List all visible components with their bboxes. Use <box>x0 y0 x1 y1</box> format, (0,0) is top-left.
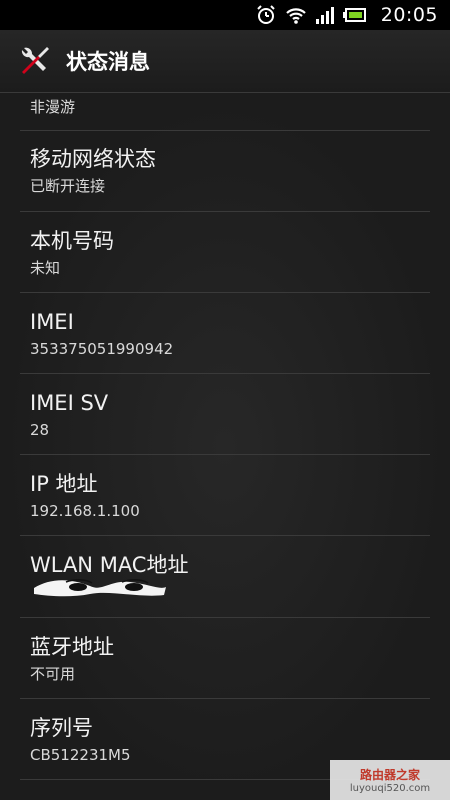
list-item-roaming[interactable]: 非漫游 <box>30 97 430 117</box>
divider <box>20 454 430 455</box>
list-item-label: IMEI SV <box>30 391 109 415</box>
list-item-label: 本机号码 <box>30 229 114 253</box>
battery-icon <box>342 7 367 23</box>
divider <box>20 211 430 212</box>
list-item-value: 28 <box>30 421 50 439</box>
list-item-serial-number[interactable]: 序列号 CB512231M5 <box>30 715 430 765</box>
divider <box>20 698 430 699</box>
divider <box>20 617 430 618</box>
watermark-url: luyouqi520.com <box>349 783 431 794</box>
status-list: 非漫游 移动网络状态 已断开连接 本机号码 未知 IMEI 3533750519… <box>0 93 450 800</box>
alarm-icon <box>255 4 277 26</box>
list-item-label: WLAN MAC地址 <box>30 553 189 577</box>
list-item-label: 序列号 <box>30 716 93 740</box>
list-item-label: IMEI <box>30 310 74 334</box>
list-item-label: 移动网络状态 <box>30 147 156 171</box>
list-item-value: 192.168.1.100 <box>30 502 140 520</box>
list-item-bluetooth-address[interactable]: 蓝牙地址 不可用 <box>30 634 430 684</box>
list-item-value: 不可用 <box>30 665 76 683</box>
redaction-mark <box>34 579 166 597</box>
list-item-value: 未知 <box>30 259 61 277</box>
divider <box>20 292 430 293</box>
list-item-value: 已断开连接 <box>30 177 106 195</box>
status-bar: 20:05 <box>0 0 450 30</box>
list-item-value: 353375051990942 <box>30 340 174 358</box>
list-item-ip-address[interactable]: IP 地址 192.168.1.100 <box>30 471 430 521</box>
tools-icon <box>18 44 52 78</box>
list-item-label: 蓝牙地址 <box>30 635 114 659</box>
status-clock: 20:05 <box>380 4 438 26</box>
list-item-imei[interactable]: IMEI 353375051990942 <box>30 309 430 359</box>
list-item-wlan-mac[interactable]: WLAN MAC地址 <box>30 552 430 597</box>
list-item-label: IP 地址 <box>30 472 98 496</box>
divider <box>20 373 430 374</box>
list-item-imei-sv[interactable]: IMEI SV 28 <box>30 390 430 440</box>
list-item-phone-number[interactable]: 本机号码 未知 <box>30 228 430 278</box>
page-title: 状态消息 <box>66 50 150 74</box>
list-item-mobile-network-state[interactable]: 移动网络状态 已断开连接 <box>30 146 430 196</box>
title-bar: 状态消息 <box>0 30 450 92</box>
wifi-icon <box>285 5 307 25</box>
divider <box>20 130 430 131</box>
signal-icon <box>315 5 335 25</box>
list-item-value: 非漫游 <box>30 98 76 116</box>
watermark-logo: 路由器之家 luyouqi520.com <box>330 760 450 800</box>
divider <box>20 535 430 536</box>
watermark-name: 路由器之家 <box>359 768 420 782</box>
